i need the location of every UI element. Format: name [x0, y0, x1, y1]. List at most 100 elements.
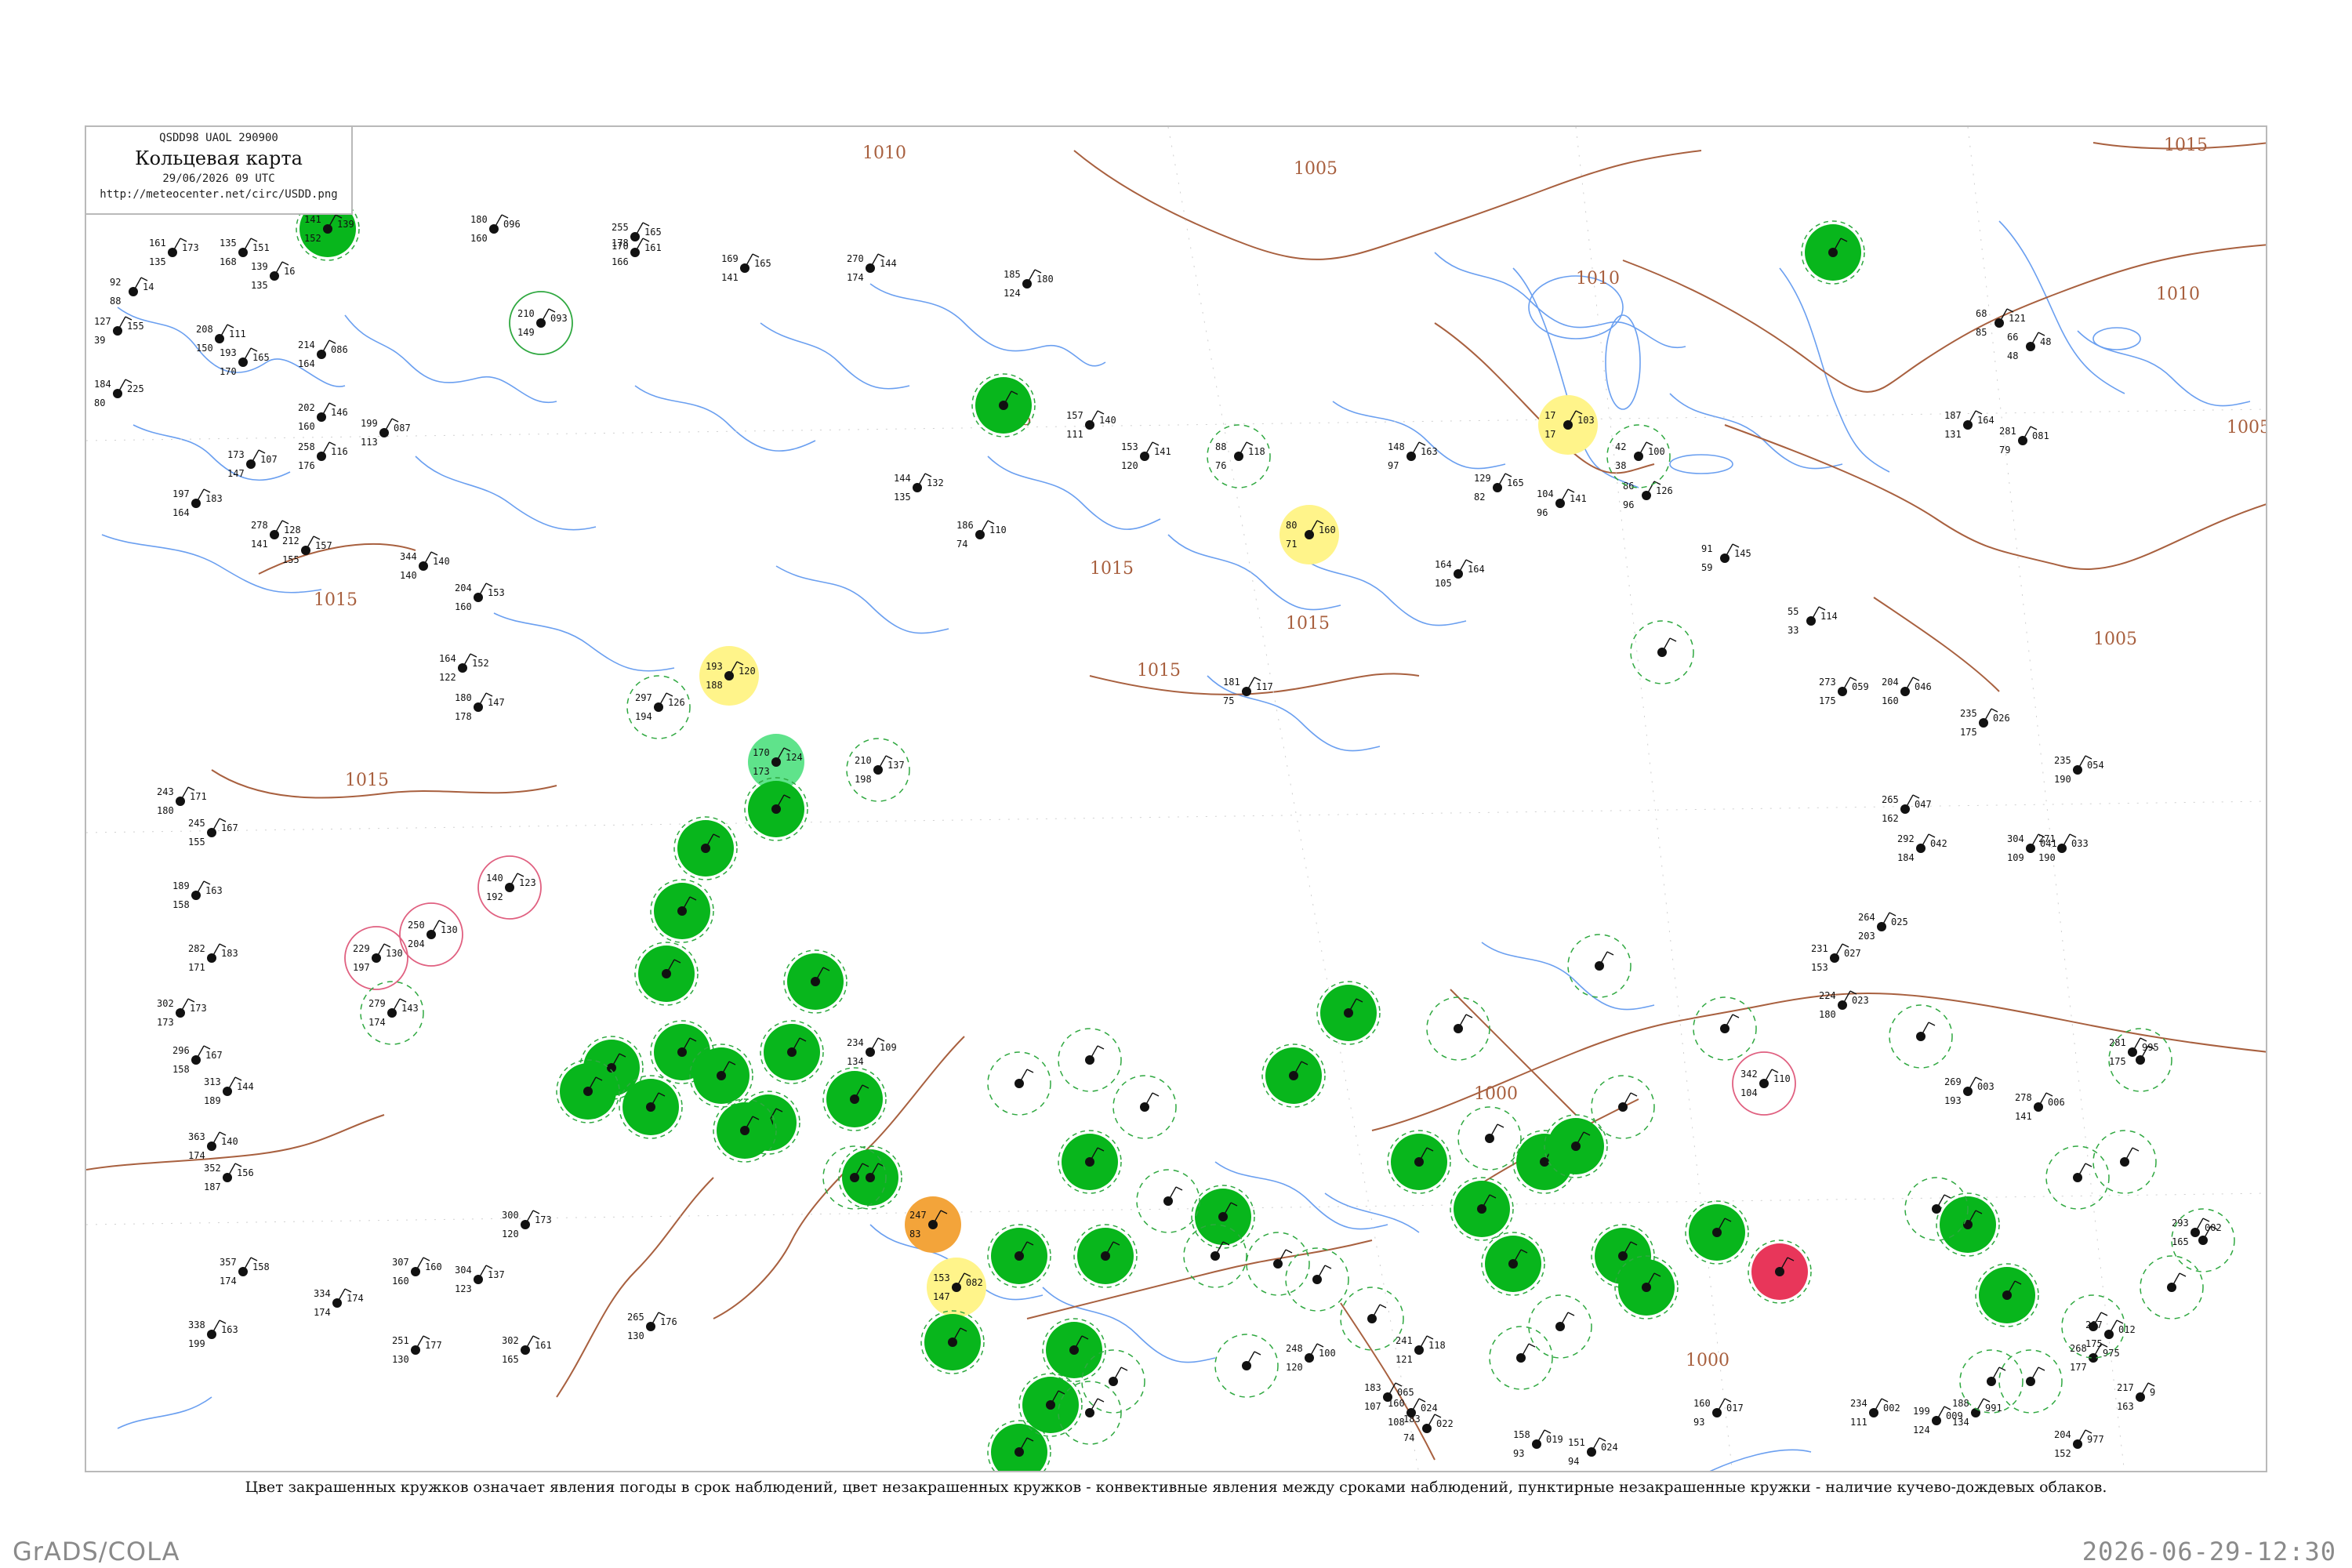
- station-green[interactable]: [1191, 1185, 1255, 1249]
- station-plain[interactable]: 158 019 93: [1513, 1429, 1563, 1459]
- station-plain[interactable]: 161 173 135: [149, 238, 199, 267]
- station-plain[interactable]: 241 118 121: [1396, 1335, 1446, 1365]
- station-dashed[interactable]: [1457, 1106, 1522, 1171]
- station-plain[interactable]: 86 126 96: [1623, 481, 1673, 510]
- station-plain[interactable]: 278 006 141: [2015, 1092, 2065, 1122]
- station-plain[interactable]: 245 167 155: [188, 818, 238, 848]
- station-plain[interactable]: 204 977 152: [2054, 1429, 2104, 1459]
- station-plain[interactable]: 302 173 173: [157, 998, 207, 1028]
- station-dashed[interactable]: 42 100 38: [1606, 424, 1671, 488]
- station-green[interactable]: [689, 1044, 753, 1108]
- station-plain[interactable]: 251 177 130: [392, 1335, 442, 1365]
- station-green[interactable]: [1073, 1224, 1138, 1288]
- source-url[interactable]: http://meteocenter.net/circ/USDD.png: [86, 188, 351, 201]
- station-plain[interactable]: 357 158 174: [220, 1257, 270, 1287]
- station-dashed[interactable]: [1889, 1004, 1953, 1069]
- station-plain[interactable]: 104 141 96: [1537, 488, 1587, 518]
- station-dashed[interactable]: [1528, 1294, 1592, 1359]
- station-dashed[interactable]: [2092, 1130, 2157, 1194]
- station-plain[interactable]: 352 156 187: [204, 1163, 254, 1192]
- station-plain[interactable]: 169 165 141: [721, 253, 771, 283]
- station-pink-open[interactable]: 229 130 197: [344, 926, 408, 990]
- station-yellow[interactable]: 80 160 71: [1279, 505, 1339, 564]
- station-open-green[interactable]: 210 093 149: [509, 291, 573, 355]
- station-plain[interactable]: 300 173 120: [502, 1210, 552, 1240]
- station-plain[interactable]: 193 165 170: [220, 347, 270, 377]
- station-dashed[interactable]: 88 118 76: [1207, 424, 1271, 488]
- station-green[interactable]: [1801, 220, 1865, 285]
- station-dashed[interactable]: 279 143 174: [360, 981, 424, 1045]
- station-plain[interactable]: 199 009 124: [1913, 1406, 1963, 1436]
- station-green[interactable]: [1481, 1232, 1545, 1296]
- station-plain[interactable]: 296 167 158: [172, 1045, 223, 1075]
- station-plain[interactable]: 269 003 193: [1944, 1076, 1994, 1106]
- station-green[interactable]: [838, 1145, 902, 1210]
- station-plain[interactable]: 151 024 94: [1568, 1437, 1618, 1467]
- station-plain[interactable]: 235 054 190: [2054, 755, 2104, 785]
- station-green[interactable]: [1387, 1130, 1451, 1194]
- station-green[interactable]: [1261, 1044, 1326, 1108]
- station-plain[interactable]: 302 161 165: [502, 1335, 552, 1365]
- station-plain[interactable]: 183 022 74: [1403, 1414, 1454, 1443]
- station-dashed[interactable]: 210 137 198: [846, 738, 910, 802]
- station-plain[interactable]: 292 042 184: [1897, 833, 1947, 863]
- station-plain[interactable]: 273 059 175: [1819, 677, 1869, 706]
- station-plain[interactable]: 231 027 153: [1811, 943, 1861, 973]
- station-plain[interactable]: 144 132 135: [894, 473, 944, 503]
- station-plain[interactable]: 264 025 203: [1858, 912, 1908, 942]
- station-dashed[interactable]: [1489, 1326, 1553, 1390]
- station-plain[interactable]: 270 144 174: [847, 253, 897, 283]
- station-green[interactable]: [987, 1224, 1051, 1288]
- station-pink-open[interactable]: 250 130 204: [399, 902, 463, 967]
- station-yellow[interactable]: 193 120 188: [699, 646, 759, 706]
- station-plain[interactable]: 265 047 162: [1882, 794, 1932, 824]
- station-plain[interactable]: 180 147 178: [455, 692, 505, 722]
- station-red[interactable]: [1748, 1240, 1812, 1304]
- station-dashed[interactable]: [1214, 1334, 1279, 1398]
- station-plain[interactable]: 66 48 48: [2007, 332, 2051, 361]
- station-plain[interactable]: 204 046 160: [1882, 677, 1932, 706]
- station-plain[interactable]: 92 14 88: [110, 277, 154, 307]
- station-plain[interactable]: 199 087 113: [361, 418, 411, 448]
- station-plain[interactable]: 214 086 164: [298, 339, 348, 369]
- station-green[interactable]: [920, 1310, 985, 1374]
- station-plain[interactable]: 307 160 160: [392, 1257, 442, 1287]
- station-plain[interactable]: 160 017 93: [1693, 1398, 1744, 1428]
- station-dashed[interactable]: [1136, 1169, 1200, 1233]
- station-dashed[interactable]: [1340, 1287, 1404, 1351]
- station-plain[interactable]: 234 109 134: [847, 1037, 897, 1067]
- station-plain[interactable]: 313 144 189: [204, 1076, 254, 1106]
- station-dashed[interactable]: [1567, 934, 1632, 998]
- station-plain[interactable]: 127 155 39: [94, 316, 144, 346]
- station-plain[interactable]: 281995175: [2109, 1037, 2159, 1067]
- station-open-red[interactable]: 342 110 104: [1732, 1051, 1796, 1116]
- station-plain[interactable]: 235 026 175: [1960, 708, 2010, 738]
- station-plain[interactable]: 243 171 180: [157, 786, 207, 816]
- station-green[interactable]: [783, 949, 848, 1014]
- station-dashed[interactable]: [1630, 620, 1694, 684]
- station-plain[interactable]: 281 081 79: [1999, 426, 2049, 456]
- station-green[interactable]: [619, 1075, 683, 1139]
- station-dashed[interactable]: 297 126 194: [626, 675, 691, 739]
- station-plain[interactable]: 282 183 171: [188, 943, 238, 973]
- station-dashed[interactable]: [1058, 1028, 1122, 1092]
- station-plain[interactable]: 153 141 120: [1121, 441, 1171, 471]
- station-plain[interactable]: 202 146 160: [298, 402, 348, 432]
- station-plain[interactable]: 187 164 131: [1944, 410, 1994, 440]
- station-plain[interactable]: 180 096 160: [470, 214, 521, 244]
- station-dashed[interactable]: [1693, 996, 1757, 1061]
- station-dashed[interactable]: [1081, 1349, 1145, 1414]
- station-green[interactable]: [822, 1067, 887, 1131]
- station-plain[interactable]: 265 176 130: [627, 1312, 677, 1341]
- station-plain[interactable]: 164 164 105: [1435, 559, 1485, 589]
- station-plain[interactable]: 212 157 155: [282, 535, 332, 565]
- station-green[interactable]: [1042, 1318, 1106, 1382]
- station-plain[interactable]: 197 183 164: [172, 488, 223, 518]
- station-plain[interactable]: 185 180 124: [1004, 269, 1054, 299]
- station-plain[interactable]: 173 107 147: [227, 449, 278, 479]
- station-yellow[interactable]: 153 082 147: [927, 1258, 986, 1317]
- station-plain[interactable]: 55 114 33: [1788, 606, 1838, 636]
- station-dashed[interactable]: [987, 1051, 1051, 1116]
- station-green[interactable]: [1936, 1192, 2000, 1257]
- station-plain[interactable]: 184 225 80: [94, 379, 144, 408]
